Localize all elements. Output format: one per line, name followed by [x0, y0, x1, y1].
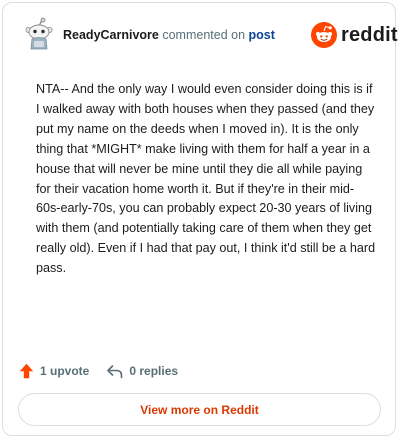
reply-arrow-icon — [107, 364, 123, 378]
replies-count: 0 replies — [129, 364, 179, 378]
reddit-logo[interactable]: reddit — [311, 21, 398, 49]
post-link[interactable]: post — [249, 28, 275, 42]
comment-body: NTA-- And the only way I would even cons… — [36, 82, 376, 276]
reddit-snoo-icon — [311, 22, 337, 48]
commented-on-text: commented on — [162, 28, 246, 42]
comment-byline: ReadyCarnivore commented on post — [63, 28, 275, 42]
username-link[interactable]: ReadyCarnivore — [63, 28, 159, 42]
snoo-avatar-icon[interactable] — [22, 17, 56, 51]
upvote-arrow-icon — [19, 363, 34, 379]
upvote-count: 1 upvote — [40, 364, 90, 378]
comment-actions: 1 upvote 0 replies — [19, 361, 178, 381]
comment-header: ReadyCarnivore commented on post reddit — [3, 3, 398, 67]
replies-button[interactable]: 0 replies — [106, 364, 178, 379]
view-more-button[interactable]: View more on Reddit — [18, 393, 381, 426]
embedded-comment-card: ReadyCarnivore commented on post reddit … — [2, 2, 398, 436]
reddit-wordmark: reddit — [341, 23, 398, 46]
upvote-button[interactable]: 1 upvote — [19, 363, 89, 379]
